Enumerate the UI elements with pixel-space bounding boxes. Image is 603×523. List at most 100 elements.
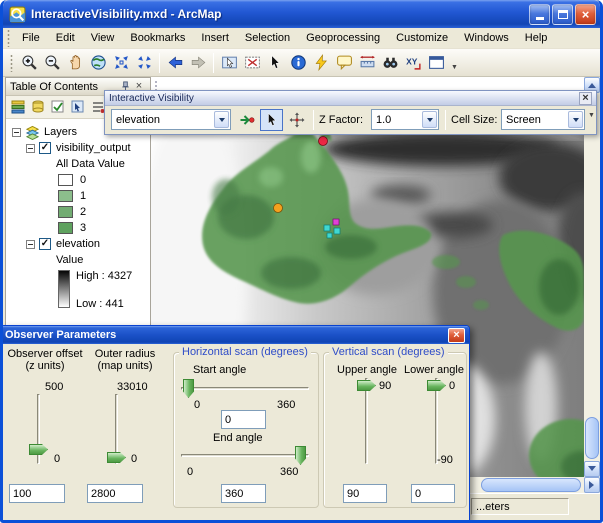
layers-root-label[interactable]: Layers [44,126,77,138]
slider-thumb[interactable] [29,444,48,455]
combo-dropdown-button[interactable] [214,111,229,128]
combo-dropdown-button[interactable] [568,111,583,128]
observer-point-red[interactable] [318,136,328,146]
go-back-button[interactable] [164,52,186,74]
menu-bookmarks[interactable]: Bookmarks [122,29,193,47]
viewer-window-button[interactable] [425,52,447,74]
legend-swatch-1[interactable] [58,190,73,202]
fixed-zoom-in-button[interactable] [110,52,132,74]
start-angle-input[interactable] [221,410,266,429]
fixed-zoom-in-icon [114,56,128,69]
cursor-arrow-icon [267,112,276,126]
list-by-drawing-order-button[interactable] [10,99,26,115]
menu-selection[interactable]: Selection [237,29,298,47]
menu-geoprocessing[interactable]: Geoprocessing [298,29,388,47]
layer-checkbox-visibility-output[interactable]: ✓ [39,142,51,154]
menu-view[interactable]: View [83,29,123,47]
observer-point-magenta[interactable] [332,218,340,226]
vertical-scrollbar[interactable] [584,77,600,477]
menu-file[interactable]: File [14,29,48,47]
toolbar-overflow-button[interactable]: ▼ [588,112,595,119]
outer-radius-input[interactable] [87,484,143,503]
observer-parameters-dialog[interactable]: Observer Parameters × Observer offset (z… [3,325,470,520]
move-observer-button[interactable] [285,109,308,131]
iv-toolbar-titlebar[interactable]: Interactive Visibility × [105,91,596,106]
outer-radius-slider[interactable] [107,394,126,464]
identify-button[interactable] [287,52,309,74]
full-extent-button[interactable] [87,52,109,74]
select-features-button[interactable] [218,52,240,74]
horizontal-scroll-thumb[interactable] [481,478,581,492]
toolbar-overflow-button[interactable]: ▼ [448,52,461,74]
interactive-visibility-toolbar[interactable]: Interactive Visibility × elevation Z Fac… [104,90,597,135]
select-elements-button[interactable] [264,52,286,74]
observer-point-cyan[interactable] [323,224,331,232]
scroll-down-button[interactable] [584,461,600,477]
list-by-source-button[interactable] [30,99,46,115]
cell-size-combo[interactable]: Screen [501,109,585,130]
layer-checkbox-elevation[interactable]: ✓ [39,238,51,250]
list-by-selection-button[interactable] [70,99,86,115]
observer-point-cyan[interactable] [326,232,333,239]
observer-offset-slider[interactable] [29,394,48,464]
list-by-visibility-button[interactable] [50,99,66,115]
zoom-out-button[interactable] [41,52,63,74]
expand-toggle-layers[interactable] [12,127,21,137]
end-angle-slider[interactable] [181,446,309,465]
hyperlink-button[interactable] [310,52,332,74]
lower-angle-input[interactable] [411,484,455,503]
menubar-grip[interactable] [7,29,10,47]
slider-thumb[interactable] [183,379,194,398]
menu-customize[interactable]: Customize [388,29,456,47]
pan-button[interactable] [64,52,86,74]
upper-angle-input[interactable] [343,484,387,503]
expand-toggle-elevation[interactable] [26,239,35,249]
upper-angle-slider[interactable] [357,378,376,464]
layer-name-elevation[interactable]: elevation [56,238,100,250]
combo-dropdown-button[interactable] [422,111,437,128]
vertical-scroll-thumb[interactable] [585,417,599,459]
measure-button[interactable] [356,52,378,74]
observer-point-orange[interactable] [273,203,283,213]
go-to-xy-button[interactable]: XY [402,52,424,74]
legend-swatch-2[interactable] [58,206,73,218]
observer-offset-input[interactable] [9,484,65,503]
find-button[interactable] [379,52,401,74]
menu-help[interactable]: Help [517,29,556,47]
dialog-titlebar[interactable]: Observer Parameters × [3,326,469,344]
slider-thumb[interactable] [427,380,446,391]
observer-point-cyan[interactable] [333,227,341,235]
fixed-zoom-out-button[interactable] [133,52,155,74]
surface-layer-combo[interactable]: elevation [111,109,231,130]
toolbar-grip[interactable] [10,53,13,72]
dialog-close-button[interactable]: × [448,327,465,343]
clear-selection-button[interactable] [241,52,263,74]
slider-thumb[interactable] [295,446,306,465]
layer-name-visibility-output[interactable]: visibility_output [56,142,131,154]
minimize-button[interactable] [529,3,550,25]
select-observer-button[interactable] [260,109,283,131]
elevation-low-label: Low : 441 [76,298,124,310]
menu-edit[interactable]: Edit [48,29,83,47]
z-factor-combo[interactable]: 1.0 [371,109,439,130]
end-angle-input[interactable] [221,484,266,503]
legend-swatch-0[interactable] [58,174,73,186]
legend-swatch-3[interactable] [58,222,73,234]
elevation-color-ramp[interactable] [58,270,70,308]
expand-toggle-visibility-output[interactable] [26,143,35,153]
start-angle-slider[interactable] [181,379,309,398]
menu-windows[interactable]: Windows [456,29,517,47]
add-observer-button[interactable] [235,109,258,131]
html-popup-button[interactable] [333,52,355,74]
scroll-right-button[interactable] [584,477,600,493]
zoom-in-button[interactable] [18,52,40,74]
close-button[interactable]: × [575,3,596,25]
maximize-button[interactable] [552,3,573,25]
menu-insert[interactable]: Insert [193,29,237,47]
go-forward-button[interactable] [187,52,209,74]
lower-angle-slider[interactable] [427,378,446,464]
slider-thumb[interactable] [357,380,376,391]
slider-thumb[interactable] [107,452,126,463]
title-bar[interactable]: InteractiveVisibility.mxd - ArcMap × [3,0,600,28]
iv-toolbar-close-button[interactable]: × [579,91,592,105]
